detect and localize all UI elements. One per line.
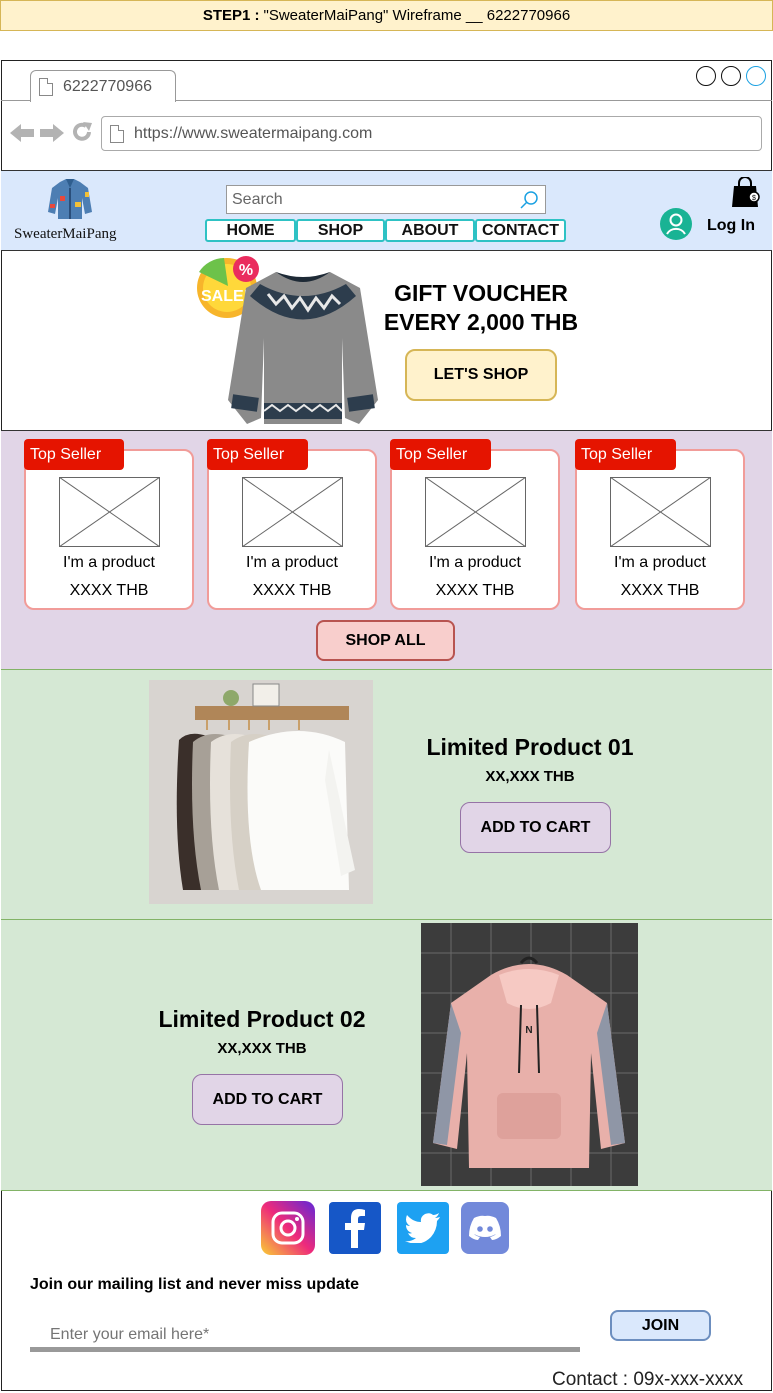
login-link[interactable]: Log In	[707, 217, 755, 235]
product-price: XXXX THB	[620, 582, 700, 599]
limited-product-01-title: Limited Product 01	[426, 734, 634, 760]
top-seller-tag: Top Seller	[24, 439, 124, 470]
search-placeholder: Search	[232, 190, 283, 208]
lets-shop-button[interactable]: LET'S SHOP	[405, 349, 557, 401]
product-name: I'm a product	[614, 554, 706, 571]
add-to-cart-button-02[interactable]: ADD TO CART	[192, 1074, 343, 1125]
contact-info: Contact : 09x-xxx-xxxx	[552, 1369, 744, 1390]
facebook-icon[interactable]	[329, 1202, 381, 1254]
product-price: XXXX THB	[435, 582, 515, 599]
product-image-placeholder	[425, 477, 526, 547]
window-button-1[interactable]	[696, 66, 716, 86]
page-icon	[110, 124, 124, 143]
instagram-icon[interactable]	[261, 1201, 315, 1255]
tab-title: 6222770966	[63, 77, 152, 95]
back-forward-icon[interactable]	[10, 121, 66, 152]
nav-shop[interactable]: SHOP	[296, 219, 385, 242]
hero-title-line1: GIFT VOUCHER	[394, 280, 568, 306]
add-to-cart-button-01[interactable]: ADD TO CART	[460, 802, 611, 853]
top-seller-tag: Top Seller	[390, 439, 491, 470]
cart-bag-icon[interactable]: $	[730, 176, 760, 214]
twitter-icon[interactable]	[397, 1202, 449, 1254]
product-image-placeholder	[610, 477, 711, 547]
page-icon	[39, 77, 53, 96]
hero-title: GIFT VOUCHER EVERY 2,000 THB	[370, 279, 592, 337]
window-button-3[interactable]	[746, 66, 766, 86]
discord-icon[interactable]	[461, 1202, 509, 1254]
email-field[interactable]	[30, 1322, 580, 1352]
limited-product-01-price: XX,XXX THB	[485, 768, 575, 785]
step-banner: STEP1 : "SweaterMaiPang" Wireframe __ 62…	[0, 0, 773, 31]
jacket-logo-icon[interactable]	[48, 178, 92, 225]
svg-text:$: $	[752, 195, 756, 202]
hero-title-line2: EVERY 2,000 THB	[383, 309, 579, 335]
refresh-icon[interactable]	[70, 120, 94, 151]
step-text: "SweaterMaiPang" Wireframe __ 6222770966	[263, 7, 571, 24]
product-name: I'm a product	[429, 554, 521, 571]
shop-all-button[interactable]: SHOP ALL	[316, 620, 455, 661]
limited-product-02-price: XX,XXX THB	[217, 1040, 307, 1057]
nav-contact[interactable]: CONTACT	[475, 219, 566, 242]
limited-product-01-section	[1, 670, 772, 920]
search-icon[interactable]	[519, 190, 539, 215]
pink-hoodie-image: N	[421, 923, 638, 1186]
top-seller-tag: Top Seller	[575, 439, 676, 470]
user-avatar-icon[interactable]	[660, 208, 692, 245]
limited-product-02-title: Limited Product 02	[158, 1006, 366, 1032]
join-button[interactable]: JOIN	[610, 1310, 711, 1341]
mailing-list-heading: Join our mailing list and never miss upd…	[30, 1276, 359, 1293]
nav-home[interactable]: HOME	[205, 219, 296, 242]
product-price: XXXX THB	[69, 582, 149, 599]
brand-name[interactable]: SweaterMaiPang	[14, 226, 116, 243]
nav-about[interactable]: ABOUT	[385, 219, 475, 242]
sweaters-rack-image	[149, 680, 373, 904]
product-image-placeholder	[59, 477, 160, 547]
url-text: https://www.sweatermaipang.com	[134, 124, 373, 142]
svg-text:N: N	[525, 1025, 532, 1036]
product-image-placeholder	[242, 477, 343, 547]
window-button-2[interactable]	[721, 66, 741, 86]
product-name: I'm a product	[63, 554, 155, 571]
browser-tab[interactable]: 6222770966	[30, 70, 176, 102]
sweater-image	[228, 268, 378, 433]
address-bar[interactable]: https://www.sweatermaipang.com	[101, 116, 762, 151]
step-prefix: STEP1 :	[202, 7, 260, 24]
product-price: XXXX THB	[252, 582, 332, 599]
search-input[interactable]: Search	[226, 185, 546, 214]
product-name: I'm a product	[246, 554, 338, 571]
top-seller-tag: Top Seller	[207, 439, 308, 470]
